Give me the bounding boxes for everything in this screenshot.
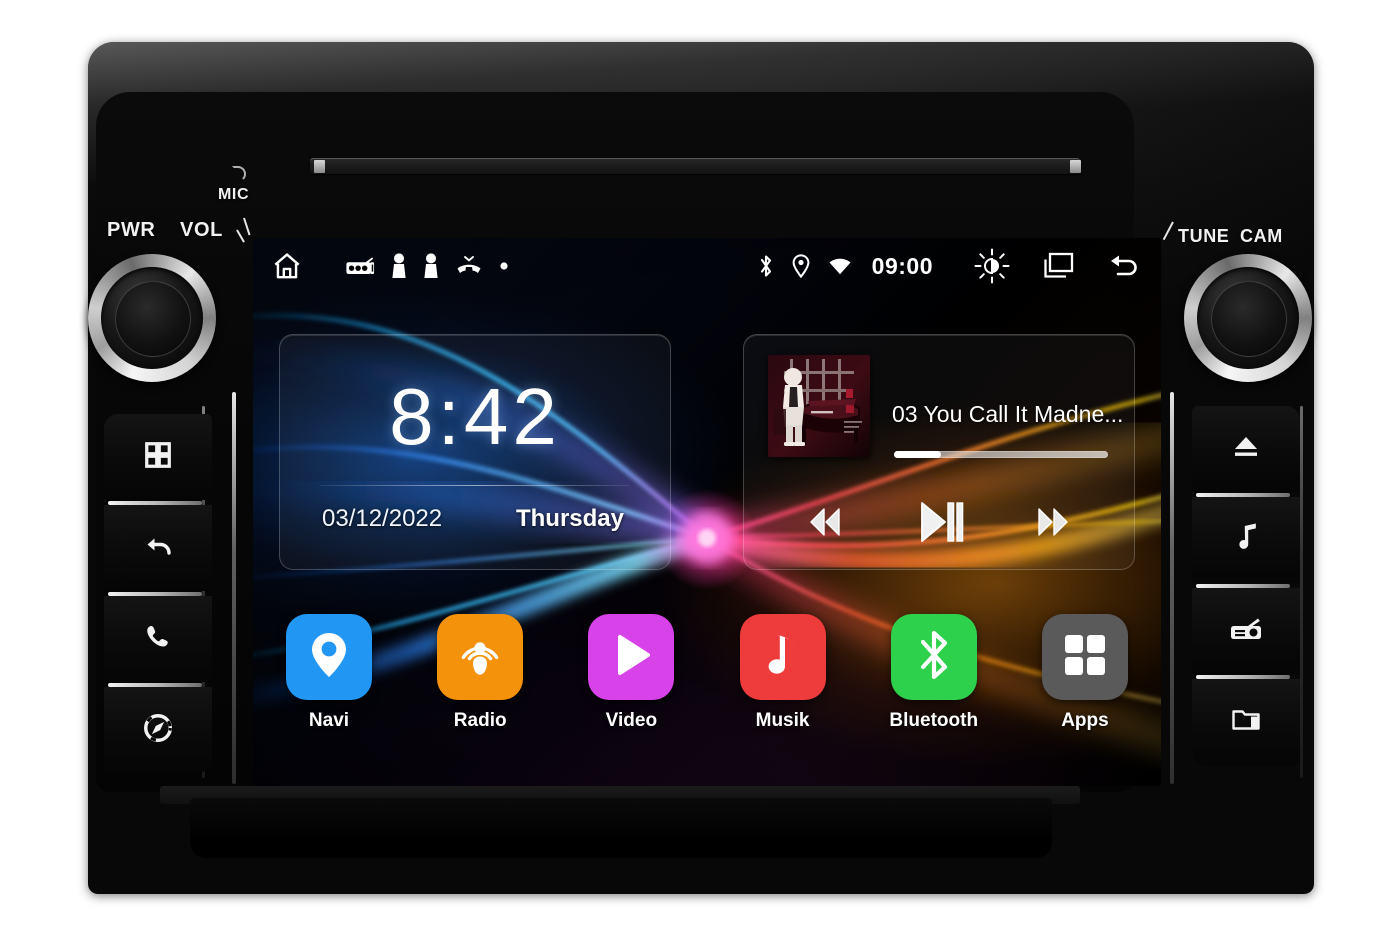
app-dock: Navi Radio Video Musik Bluetooth Apps [253, 614, 1161, 732]
brightness-icon[interactable] [973, 247, 1011, 285]
app-musik[interactable]: Musik [731, 614, 835, 732]
bluetooth-icon [758, 253, 774, 279]
vol-label: VOL [180, 219, 223, 241]
app-tile-apps [1041, 614, 1128, 700]
clock-time: 8:42 [389, 372, 561, 461]
pwr-label: PWR [107, 219, 156, 241]
app-tile-radio [437, 614, 524, 700]
tune-label: TUNE [1178, 226, 1230, 246]
album-art [768, 355, 870, 457]
status-clock: 09:00 [871, 252, 933, 279]
app-tile-musik [739, 614, 826, 700]
back-arrow-icon [141, 531, 175, 566]
wifi-icon [828, 256, 852, 276]
right-button-column [1192, 406, 1300, 765]
chrome-trim-right [1170, 392, 1174, 784]
app-label-musik: Musik [755, 710, 810, 731]
app-label-navi: Navi [308, 710, 350, 731]
app-label-bluetooth: Bluetooth [889, 710, 979, 731]
status-bar-nav-group [973, 247, 1141, 285]
home-icon[interactable] [271, 250, 303, 282]
hw-button-radio[interactable] [1192, 588, 1300, 679]
hw-button-apps-grid[interactable] [104, 414, 212, 505]
app-apps[interactable]: Apps [1033, 614, 1137, 732]
person-icon[interactable] [423, 252, 439, 280]
clock-date: 03/12/2022 [322, 505, 443, 532]
location-pin-icon [305, 629, 353, 686]
previous-track-button[interactable] [802, 503, 848, 541]
compass-icon [142, 712, 174, 749]
app-tile-bluetooth [890, 614, 977, 700]
location-pin-icon [792, 254, 810, 278]
play-icon [607, 631, 655, 684]
clock-weekday: Thursday [515, 505, 624, 532]
hw-button-eject[interactable] [1192, 406, 1300, 497]
app-label-video: Video [605, 710, 658, 731]
music-note-icon [760, 629, 806, 686]
radio-icon [1228, 616, 1264, 647]
screenshot-root: MIC PWR VOL TUNE CAM 09:00 8:42 03/12/20… [0, 0, 1400, 944]
hw-button-folder[interactable] [1192, 679, 1300, 765]
app-bluetooth[interactable]: Bluetooth [882, 614, 986, 732]
recent-apps-icon[interactable] [1041, 251, 1075, 281]
knob-ring-left [88, 254, 216, 382]
status-bar-left [271, 250, 509, 282]
grid-icon [1061, 631, 1109, 684]
widgets-row: 8:42 03/12/2022 Thursday 03 You Call It … [253, 334, 1161, 570]
app-navi[interactable]: Navi [277, 614, 381, 732]
left-button-column [104, 414, 212, 773]
cd-slot[interactable] [310, 158, 1080, 174]
app-tile-navi [286, 614, 372, 700]
cam-label: CAM [1240, 226, 1283, 246]
grid-icon [143, 440, 173, 475]
bottom-lip [190, 798, 1052, 858]
knob-cap-right [1211, 281, 1287, 357]
music-widget[interactable]: 03 You Call It Madne... [743, 334, 1135, 570]
app-tile-video [588, 614, 675, 700]
folder-icon [1231, 707, 1261, 738]
media-controls [744, 497, 1134, 547]
phone-icon [141, 622, 175, 657]
clock-divider [320, 485, 630, 486]
knob-ring-right [1184, 254, 1312, 382]
play-pause-button[interactable] [911, 497, 967, 547]
hw-button-phone[interactable] [104, 596, 212, 687]
mic-label: MIC [218, 186, 250, 203]
app-radio[interactable]: Radio [428, 614, 532, 732]
power-volume-knob[interactable] [88, 254, 216, 382]
podcast-icon [453, 628, 507, 687]
missed-call-icon[interactable] [455, 254, 483, 278]
cd-slot-peg-left [314, 160, 325, 173]
app-label-radio: Radio [453, 710, 507, 731]
bluetooth-icon [914, 627, 954, 688]
hw-button-music[interactable] [1192, 497, 1300, 588]
next-track-button[interactable] [1030, 503, 1076, 541]
clock-widget[interactable]: 8:42 03/12/2022 Thursday [279, 334, 671, 570]
tune-cam-knob[interactable] [1184, 254, 1312, 382]
person-icon[interactable] [391, 252, 407, 280]
app-video[interactable]: Video [579, 614, 683, 732]
eject-icon [1230, 434, 1262, 465]
knob-cap-left [115, 281, 191, 357]
music-note-icon [1231, 522, 1261, 559]
hw-button-navigation[interactable] [104, 687, 212, 773]
back-icon[interactable] [1105, 251, 1141, 281]
chrome-trim-left [232, 392, 236, 784]
hw-button-back[interactable] [104, 505, 212, 596]
progress-track[interactable] [894, 451, 1108, 458]
app-label-apps: Apps [1061, 710, 1109, 731]
dot-icon[interactable] [499, 261, 509, 271]
radio-icon[interactable] [345, 255, 375, 277]
status-bar-right: 09:00 [758, 247, 1141, 285]
cd-slot-peg-right [1070, 160, 1081, 173]
progress-fill [894, 451, 942, 458]
status-bar: 09:00 [253, 238, 1161, 294]
chrome-trim-right-inner [1300, 406, 1303, 778]
track-title: 03 You Call It Madne... [892, 401, 1122, 427]
lcd-screen[interactable]: 09:00 8:42 03/12/2022 Thursday 03 You Ca… [253, 238, 1161, 786]
